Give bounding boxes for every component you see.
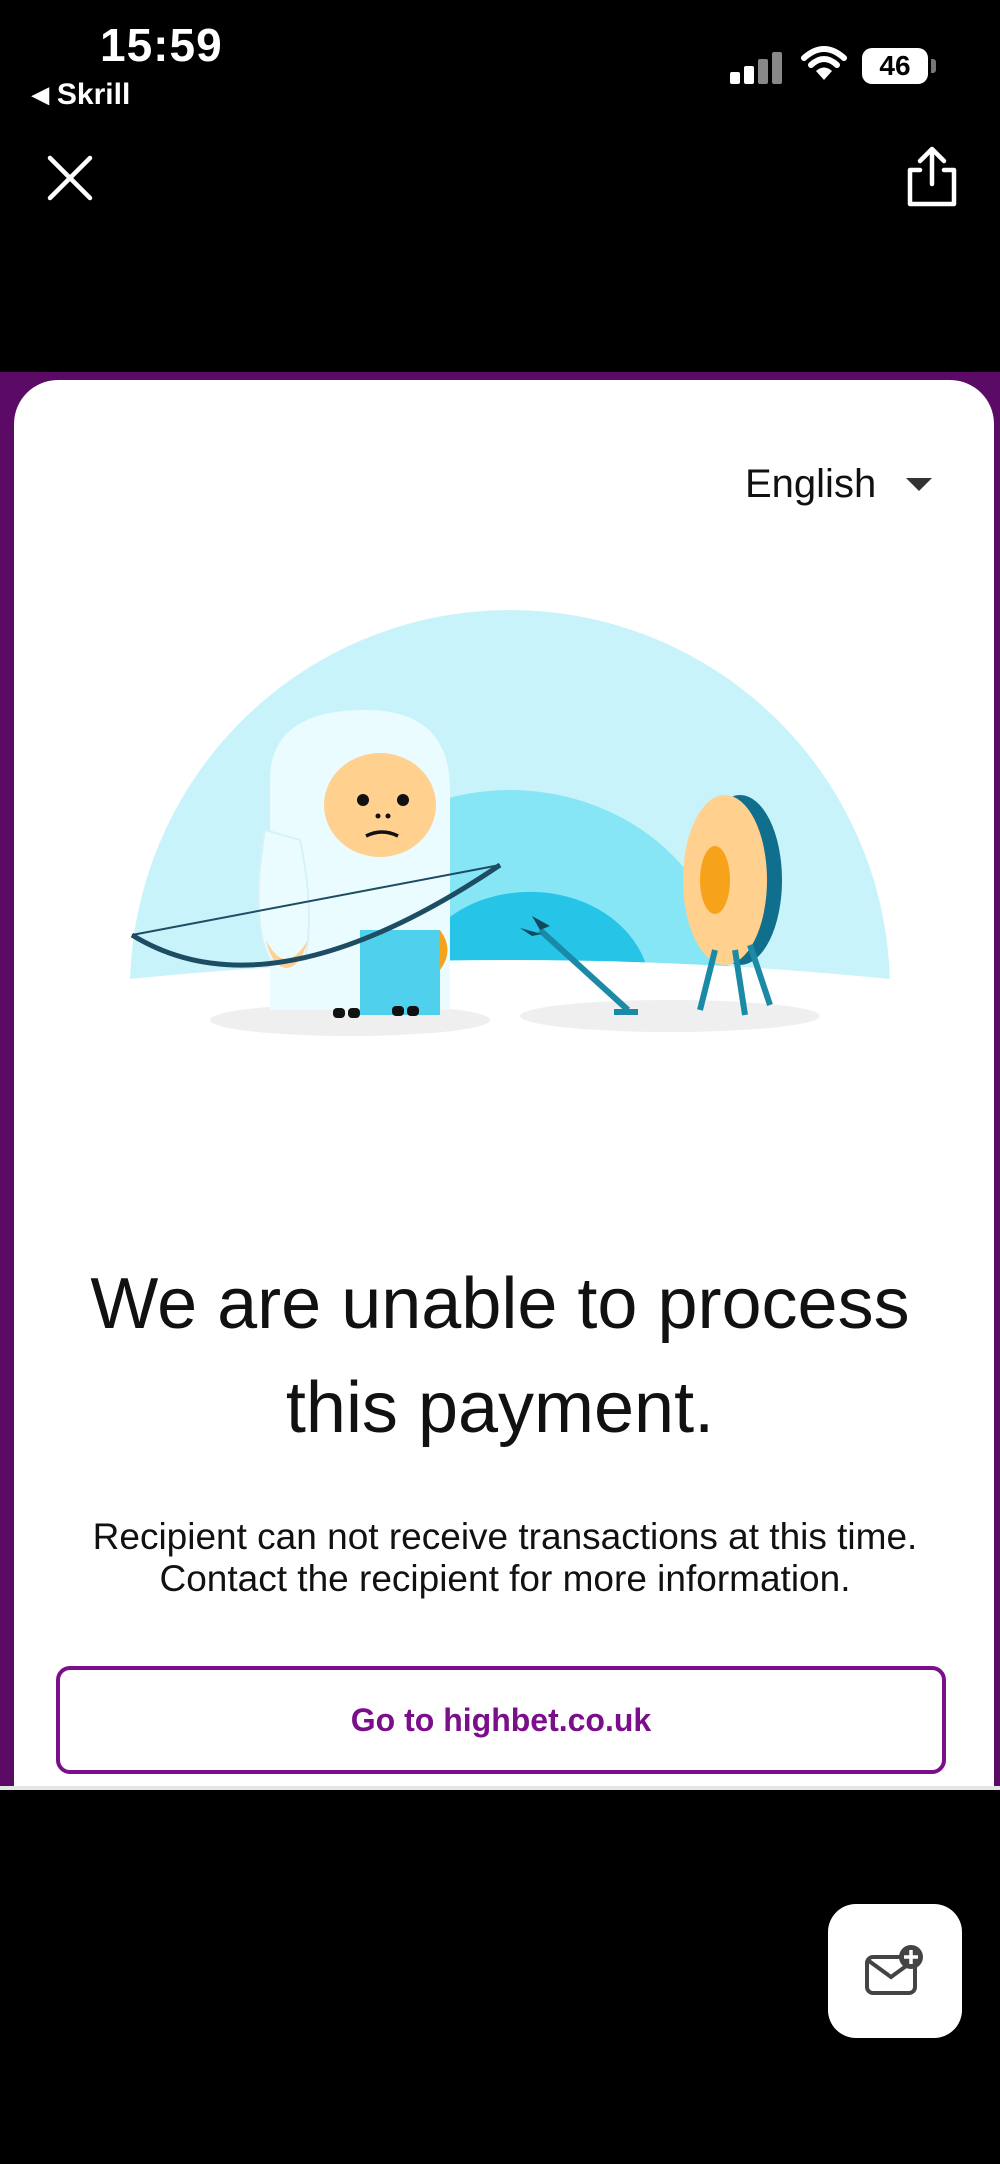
go-to-merchant-button[interactable]: Go to highbet.co.uk bbox=[56, 1666, 946, 1774]
compose-message-icon bbox=[865, 1945, 923, 1995]
error-message: Recipient can not receive transactions a… bbox=[92, 1516, 918, 1599]
status-time: 15:59 bbox=[100, 19, 223, 71]
error-headline: We are unable to process this payment. bbox=[90, 1264, 910, 1448]
share-icon[interactable] bbox=[900, 144, 964, 210]
chevron-down-icon[interactable] bbox=[906, 478, 932, 491]
battery-tip bbox=[931, 59, 936, 73]
battery-indicator: 46 bbox=[862, 48, 928, 84]
back-to-app-link[interactable]: ◀ Skrill bbox=[32, 78, 130, 112]
cellular-signal-icon bbox=[730, 50, 784, 84]
chat-fab[interactable] bbox=[828, 1904, 962, 2038]
language-selector[interactable]: English bbox=[745, 462, 876, 507]
back-triangle-icon: ◀ bbox=[32, 82, 49, 107]
wifi-icon bbox=[801, 46, 847, 80]
status-bar: 15:59 ◀ Skrill 46 bbox=[0, 0, 1000, 140]
back-app-label: Skrill bbox=[56, 78, 131, 111]
yeti-archer-illustration bbox=[120, 610, 900, 1050]
close-icon[interactable] bbox=[44, 152, 96, 204]
